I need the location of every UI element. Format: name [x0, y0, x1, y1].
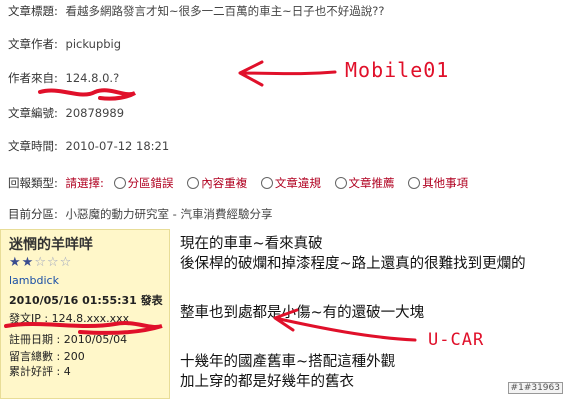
- title-label: 文章標題:: [8, 4, 58, 18]
- radio-recommend[interactable]: [334, 177, 347, 189]
- ip-line: 發文IP : 124.8.xxx.xxx: [9, 310, 129, 326]
- title-row: 文章標題: 看越多網路發言才知~很多一二百萬的車主~日子也不好過說??: [8, 2, 385, 20]
- star-icon: ★: [9, 255, 22, 270]
- option-duplicate[interactable]: 內容重複: [201, 176, 247, 190]
- report-prompt: 請選擇:: [65, 176, 104, 190]
- radio-category-error[interactable]: [113, 177, 126, 189]
- article-time-value: 2010-07-12 18:21: [65, 139, 170, 153]
- report-type-row: 回報類型: 請選擇: 分區錯誤 內容重複 文章違規 文章推薦 其他事項: [8, 174, 472, 192]
- post-time-text: 2010/05/16 01:55:31 發表: [9, 294, 163, 307]
- star-outline-icon: ☆: [34, 255, 47, 270]
- option-violation[interactable]: 文章違規: [275, 176, 321, 190]
- option-category-error[interactable]: 分區錯誤: [128, 176, 174, 190]
- user-link[interactable]: lambdick: [9, 274, 59, 287]
- user-card: 迷惘的羊咩咩 ★★☆☆☆ lambdick 2010/05/16 01:55:3…: [0, 229, 170, 399]
- origin-value: 124.8.0.?: [65, 71, 120, 85]
- category-row: 目前分區: 小惡魔的動力研究室 - 汽車消費經驗分享: [8, 205, 273, 223]
- post-line: 後保桿的破爛和掉漆程度~路上還真的很難找到更爛的: [180, 256, 526, 272]
- post-line: 十幾年的國產舊車~搭配這種外觀: [180, 354, 396, 370]
- star-icon: ★: [21, 255, 35, 270]
- article-time-row: 文章時間: 2010-07-12 18:21: [8, 137, 169, 155]
- post-line: 現在的車車~看來真破: [180, 236, 323, 252]
- article-info-panel: 文章標題: 看越多網路發言才知~很多一二百萬的車主~日子也不好過說?? 文章作者…: [0, 0, 569, 228]
- ip-label: 發文IP :: [9, 312, 52, 325]
- star-outline-icon: ☆: [46, 255, 60, 270]
- option-other[interactable]: 其他事項: [422, 176, 468, 190]
- annotation-ucar: U-CAR: [428, 330, 485, 350]
- article-id-label: 文章編號:: [8, 106, 58, 120]
- origin-row: 作者來自: 124.8.0.?: [8, 69, 119, 87]
- message-count: 留言總數 : 200: [9, 350, 85, 363]
- rating-stars: ★★☆☆☆: [9, 255, 72, 270]
- post-time: 2010/05/16 01:55:31 發表: [9, 292, 163, 308]
- option-recommend[interactable]: 文章推薦: [349, 176, 395, 190]
- post-id: #1#31963: [507, 382, 563, 394]
- origin-label: 作者來自:: [8, 71, 58, 85]
- radio-other[interactable]: [408, 177, 421, 189]
- author-value[interactable]: pickupbig: [66, 37, 122, 51]
- author-row: 文章作者: pickupbig: [8, 35, 121, 53]
- radio-duplicate[interactable]: [187, 177, 200, 189]
- category-value[interactable]: 小惡魔的動力研究室 - 汽車消費經驗分享: [66, 207, 273, 221]
- username: 迷惘的羊咩咩: [9, 237, 93, 253]
- author-label: 文章作者:: [8, 37, 58, 51]
- annotation-mobile01: Mobile01: [345, 58, 450, 82]
- register-date: 註冊日期 : 2010/05/04: [9, 333, 128, 346]
- report-type-label: 回報類型:: [8, 176, 58, 190]
- radio-violation[interactable]: [260, 177, 273, 189]
- ip-value: 124.8.xxx.xxx: [51, 312, 130, 325]
- article-id-row: 文章編號: 20878989: [8, 104, 124, 122]
- title-value: 看越多網路發言才知~很多一二百萬的車主~日子也不好過說??: [65, 4, 385, 18]
- star-outline-icon: ☆: [59, 255, 73, 270]
- post-line: 加上穿的都是好幾年的舊衣: [180, 374, 354, 390]
- likes-count: 累計好評 : 4: [9, 365, 71, 378]
- category-label: 目前分區:: [8, 207, 58, 221]
- post-line: 整車也到處都是小傷~有的還破一大塊: [180, 305, 425, 321]
- article-time-label: 文章時間:: [8, 139, 58, 153]
- article-id-value: 20878989: [65, 106, 125, 120]
